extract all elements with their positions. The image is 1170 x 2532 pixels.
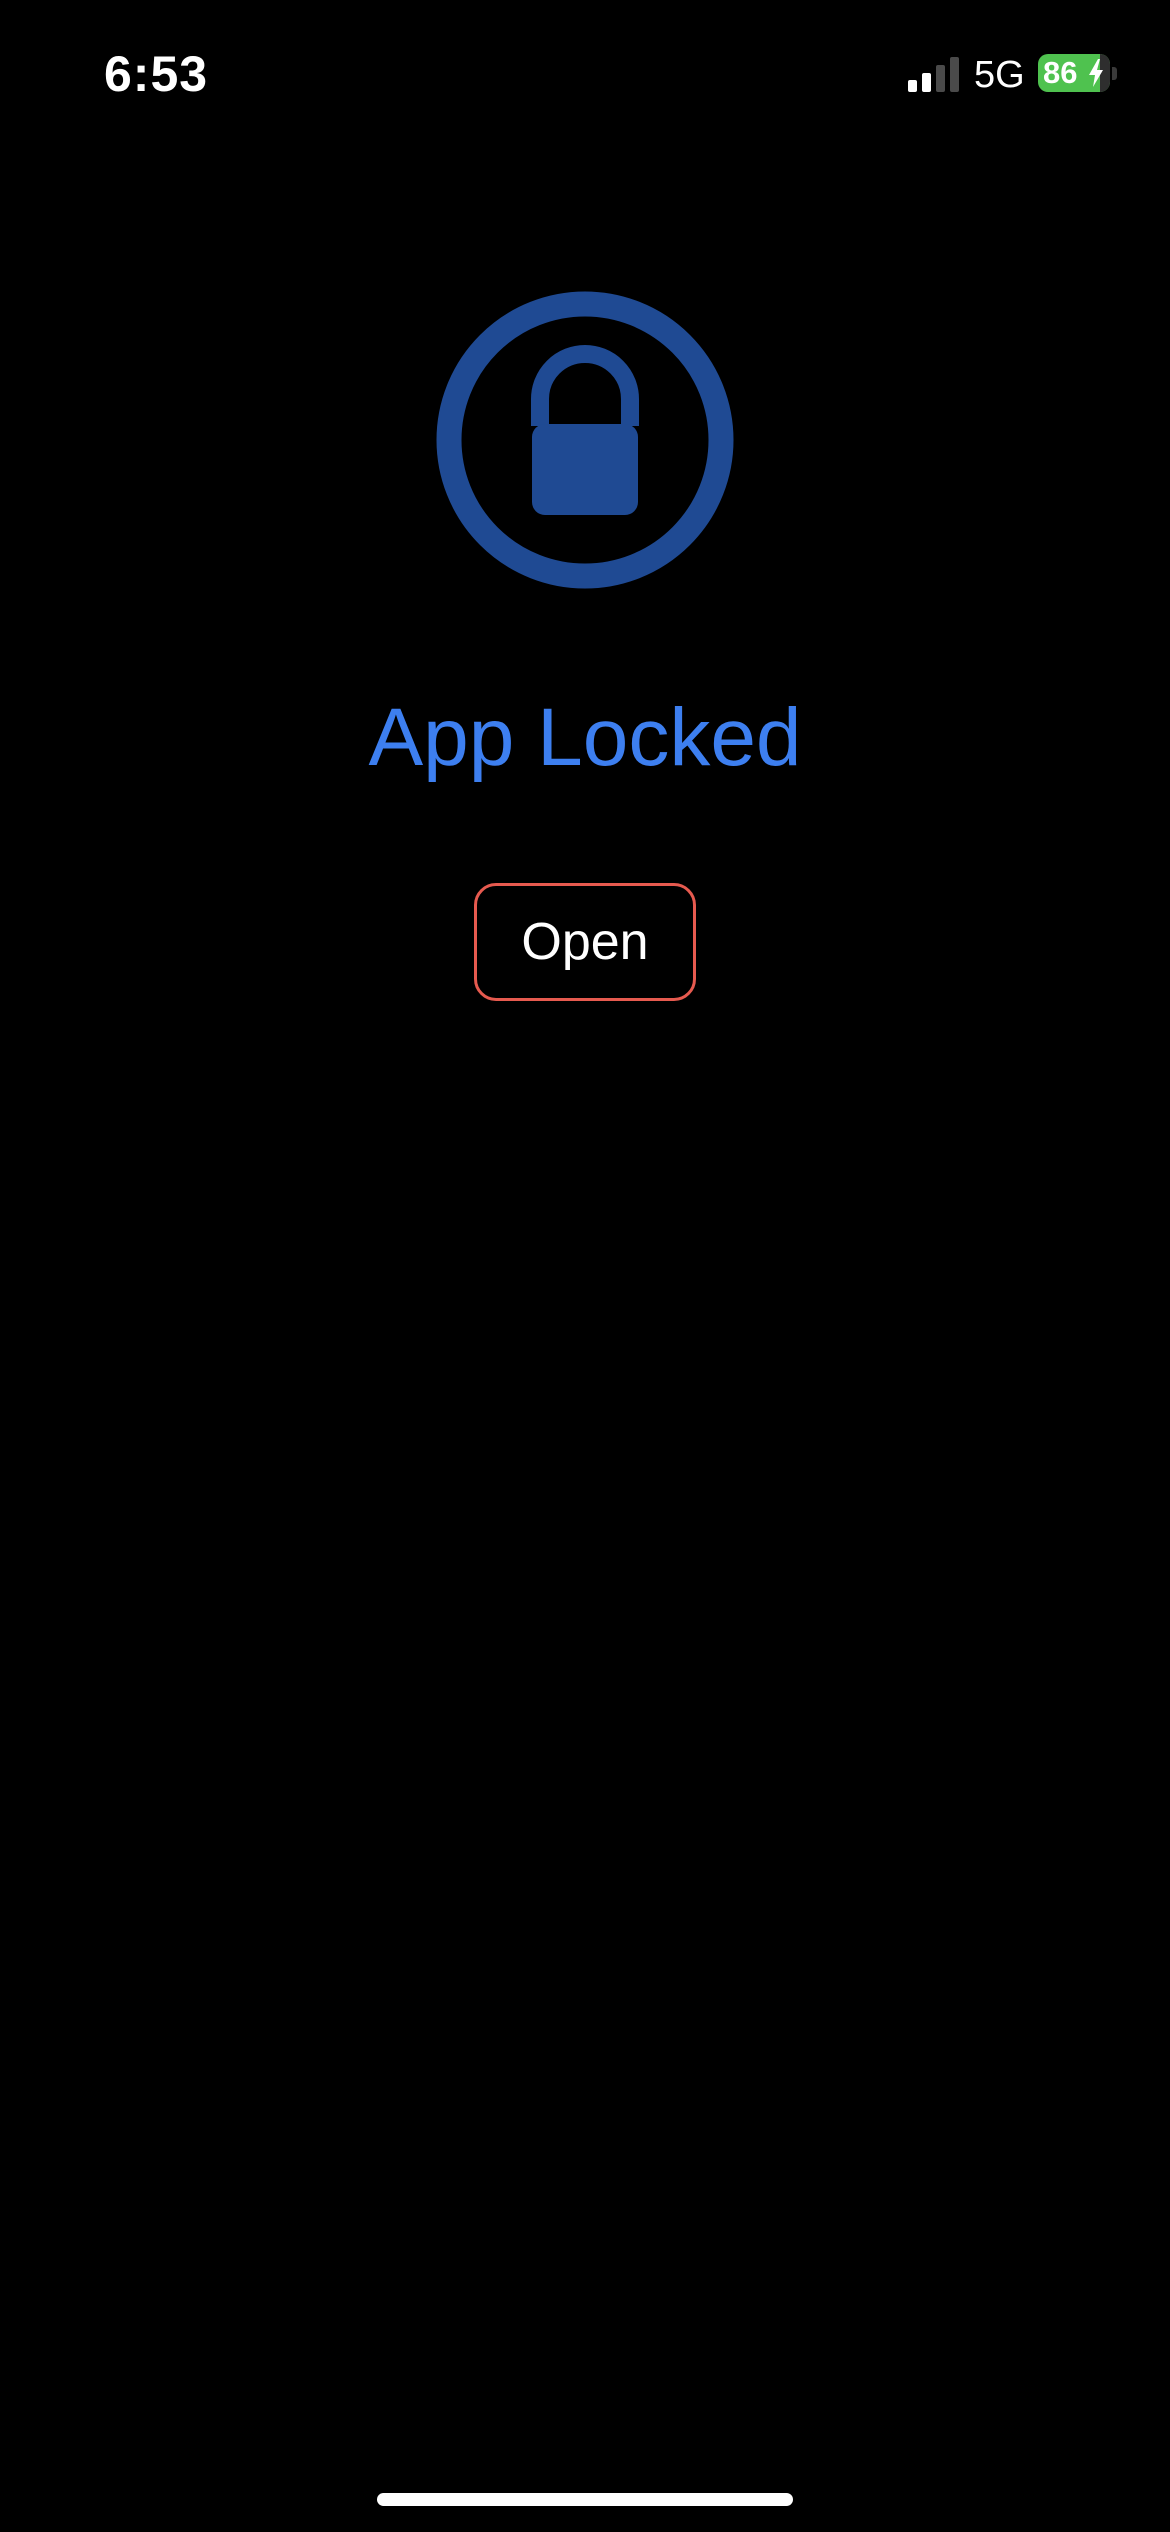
app-locked-title: App Locked	[368, 692, 802, 783]
battery-cap	[1112, 67, 1117, 80]
battery-body: 86	[1038, 54, 1110, 92]
status-time: 6:53	[104, 46, 209, 102]
cellular-signal-icon	[908, 57, 959, 92]
open-button[interactable]: Open	[474, 883, 696, 1001]
home-indicator[interactable]	[377, 2493, 793, 2506]
battery-indicator: 86	[1038, 54, 1118, 94]
charging-bolt-icon	[1089, 59, 1103, 87]
status-bar: 6:53 5G 86	[0, 0, 1170, 150]
lock-icon	[436, 291, 734, 589]
battery-percent: 86	[1043, 55, 1078, 90]
network-type-label: 5G	[974, 54, 1025, 96]
